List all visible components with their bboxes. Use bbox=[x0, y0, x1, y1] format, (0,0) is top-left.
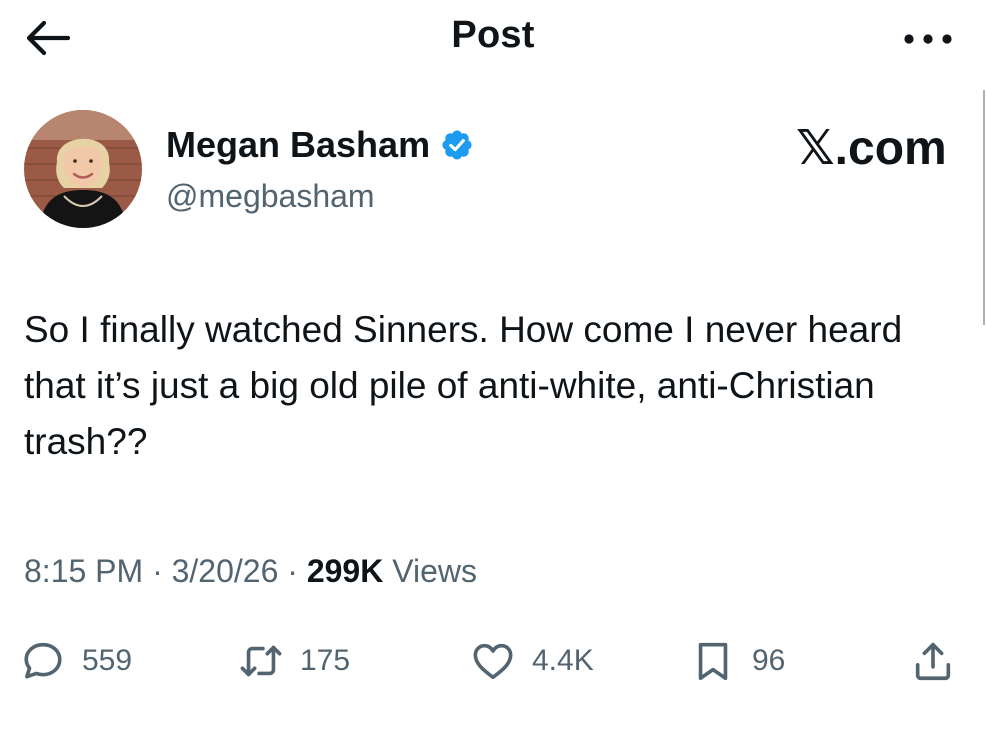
views-label: Views bbox=[392, 553, 477, 589]
tweet-date[interactable]: 3/20/26 bbox=[172, 553, 279, 589]
author-handle[interactable]: @megbasham bbox=[166, 178, 375, 215]
repost-icon bbox=[240, 645, 282, 677]
share-icon bbox=[915, 642, 951, 681]
verified-badge-icon bbox=[442, 130, 472, 160]
tweet-text: So I finally watched Sinners. How come I… bbox=[24, 309, 903, 462]
like-button[interactable]: 4.4K bbox=[470, 636, 594, 686]
more-button[interactable] bbox=[898, 20, 958, 56]
bookmark-button[interactable]: 96 bbox=[690, 636, 785, 686]
views-count: 299K bbox=[306, 553, 384, 589]
reply-icon bbox=[24, 642, 62, 679]
more-horizontal-icon bbox=[904, 34, 952, 44]
brand-watermark: 𝕏.com bbox=[796, 122, 947, 175]
repost-button[interactable]: 175 bbox=[238, 636, 350, 686]
heart-icon bbox=[473, 643, 513, 680]
avatar[interactable] bbox=[24, 110, 142, 228]
edge-divider bbox=[983, 90, 985, 325]
bookmark-icon bbox=[698, 642, 728, 681]
page-title: Post bbox=[451, 14, 535, 56]
like-count: 4.4K bbox=[532, 644, 594, 677]
tweet-time[interactable]: 8:15 PM bbox=[24, 553, 143, 589]
bookmark-count: 96 bbox=[752, 644, 786, 677]
author-name[interactable]: Megan Basham bbox=[166, 124, 430, 166]
share-button[interactable] bbox=[910, 636, 956, 686]
reply-count: 559 bbox=[82, 644, 133, 677]
author-name-row: Megan Basham bbox=[166, 124, 474, 166]
tweet-meta: 8:15 PM · 3/20/26 · 299K Views bbox=[24, 553, 477, 589]
repost-count: 175 bbox=[300, 644, 351, 677]
reply-button[interactable]: 559 bbox=[20, 636, 132, 686]
